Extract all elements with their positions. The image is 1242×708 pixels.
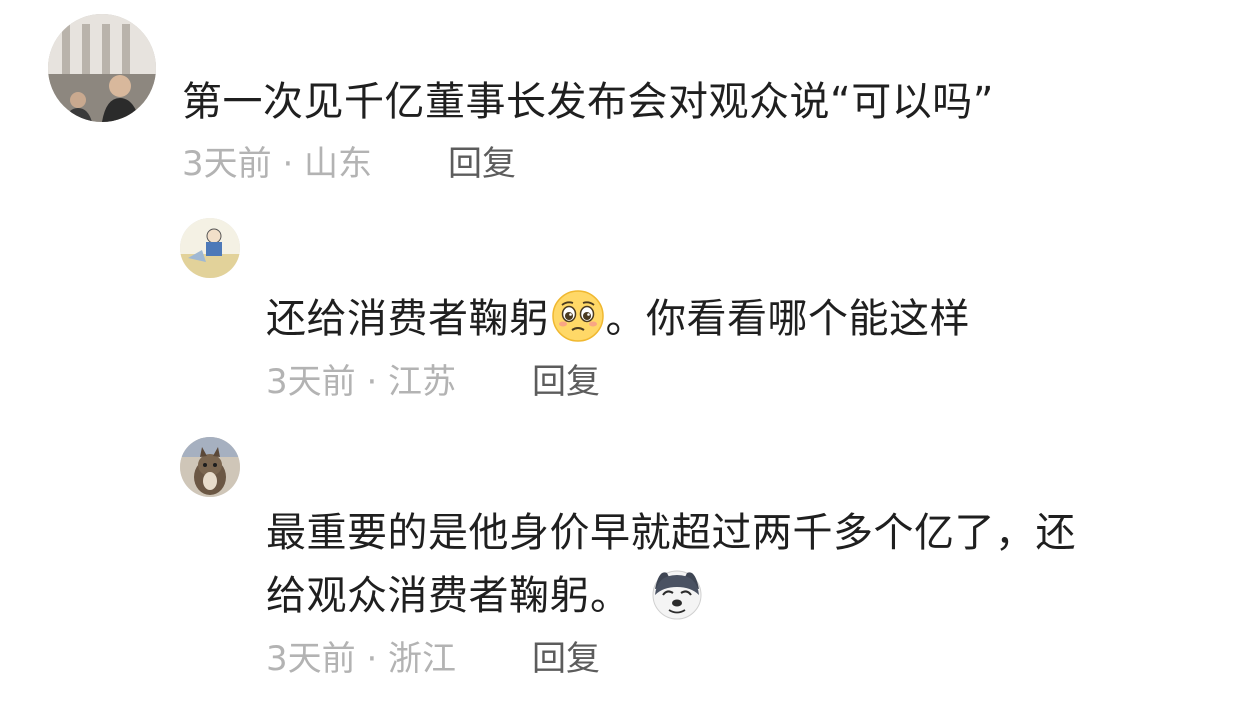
comment-text-line-2-text: 给观众消费者鞠躬。 xyxy=(266,573,631,619)
doge-icon xyxy=(649,565,705,621)
comment-text: 还给消费者鞠躬 。你看看哪个能这样 xyxy=(266,288,970,347)
avatar[interactable] xyxy=(180,218,240,278)
avatar-photo xyxy=(48,14,156,122)
reply-button[interactable]: 回复 xyxy=(532,639,600,679)
comment-thread: 第一次见千亿董事长发布会对观众说“可以吗” 3天前 · 山东 回复 还给消费者鞠… xyxy=(0,0,1242,708)
comment-text-line-2: 给观众消费者鞠躬。 xyxy=(266,565,705,624)
reply-button[interactable]: 回复 xyxy=(532,362,600,402)
reply-button[interactable]: 回复 xyxy=(448,144,516,184)
pleading-face-icon xyxy=(550,288,606,344)
avatar[interactable] xyxy=(180,437,240,497)
comment-text-after: 。你看看哪个能这样 xyxy=(605,296,970,342)
comment-text-before: 还给消费者鞠躬 xyxy=(266,296,550,342)
comment-meta: 3天前 · 浙江 xyxy=(266,639,457,679)
avatar-cat-photo xyxy=(180,437,240,497)
comment-text-line-1: 最重要的是他身价早就超过两千多个亿了，还 xyxy=(266,510,1076,556)
comment-text: 第一次见千亿董事长发布会对观众说“可以吗” xyxy=(182,79,994,125)
avatar-illustration xyxy=(180,218,240,278)
comment-meta: 3天前 · 江苏 xyxy=(266,362,457,402)
comment-meta: 3天前 · 山东 xyxy=(182,144,373,184)
avatar[interactable] xyxy=(48,14,156,122)
